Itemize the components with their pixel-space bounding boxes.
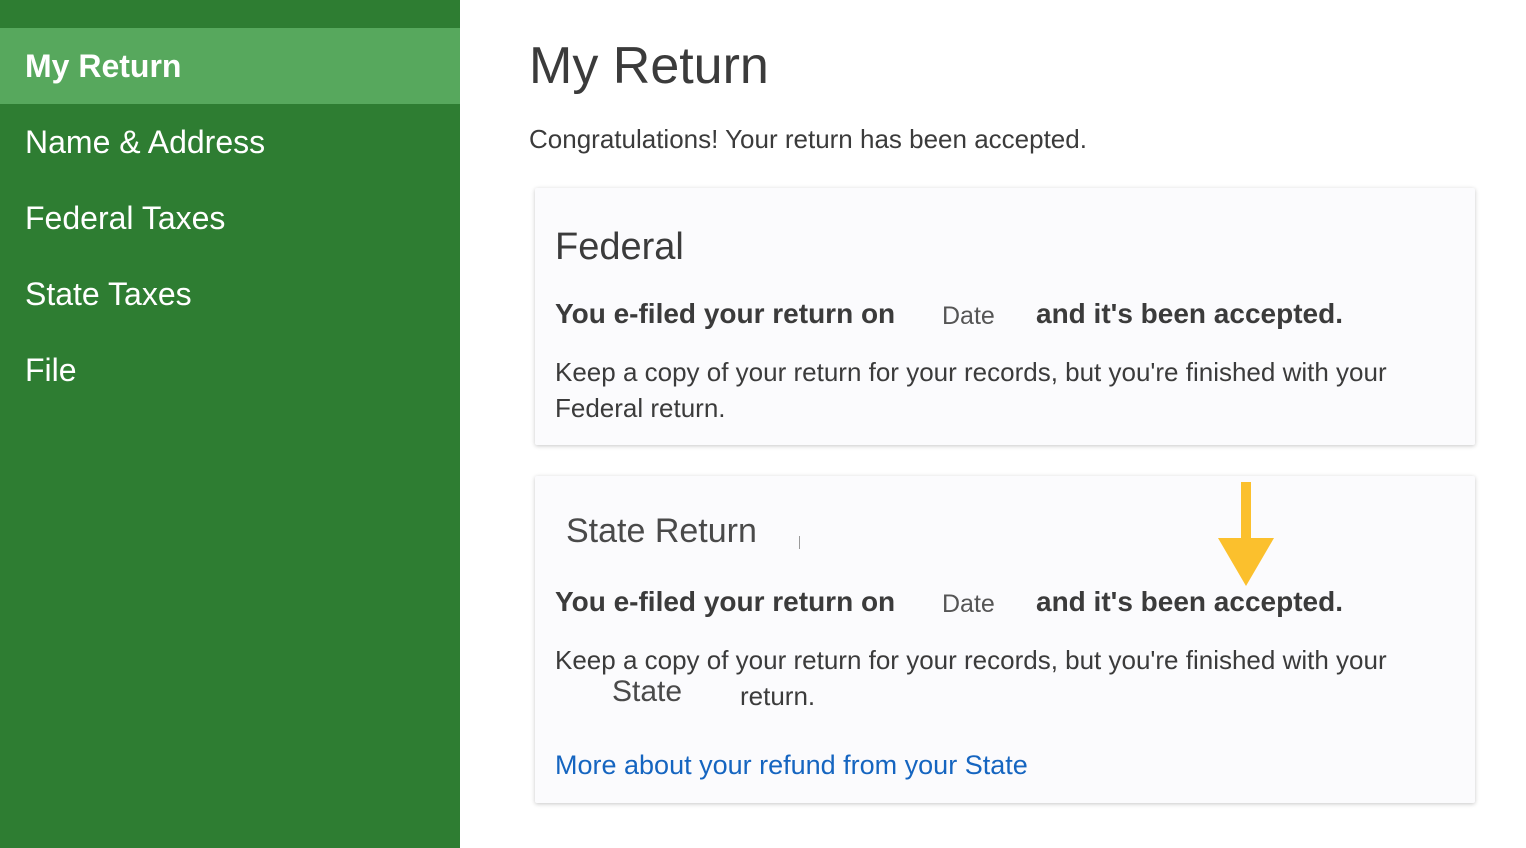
state-filed-date: Date [942, 590, 995, 618]
text-cursor-mark [799, 536, 800, 549]
federal-card-title: Federal [555, 226, 684, 268]
state-card-title: State Return [566, 512, 757, 550]
sidebar-item-my-return[interactable]: My Return [0, 28, 460, 104]
sidebar: My Return Name & Address Federal Taxes S… [0, 0, 460, 848]
federal-filed-prefix: You e-filed your return on [555, 298, 896, 329]
federal-keep-text: Keep a copy of your return for your reco… [555, 354, 1455, 426]
sidebar-item-file[interactable]: File [0, 332, 460, 408]
federal-filed-suffix: and it's been accepted. [1036, 298, 1343, 329]
federal-filed-date: Date [942, 302, 995, 330]
arrow-down-icon [1218, 482, 1274, 586]
app-window: My Return Name & Address Federal Taxes S… [0, 0, 1526, 848]
state-keep-line1: Keep a copy of your return for your reco… [555, 645, 1387, 675]
state-keep-text: Keep a copy of your return for your reco… [555, 642, 1455, 722]
state-name-word: State [612, 675, 683, 708]
sidebar-item-name-address[interactable]: Name & Address [0, 104, 460, 180]
state-card: State Return You e-filed your return on … [535, 476, 1475, 803]
sidebar-item-federal-taxes[interactable]: Federal Taxes [0, 180, 460, 256]
federal-keep-line1: Keep a copy of your return for your reco… [555, 357, 1387, 387]
federal-card: Federal You e-filed your return on Date … [535, 188, 1475, 445]
state-return-word: return. [740, 681, 816, 711]
sidebar-item-state-taxes[interactable]: State Taxes [0, 256, 460, 332]
state-keep-line2: State return. [555, 675, 1455, 714]
state-filed-prefix: You e-filed your return on [555, 586, 896, 617]
intro-message: Congratulations! Your return has been ac… [529, 124, 1087, 154]
more-about-refund-link[interactable]: More about your refund from your State [555, 750, 1028, 781]
main-content: My Return Congratulations! Your return h… [460, 0, 1526, 848]
page-title: My Return [529, 37, 769, 95]
federal-keep-line2: Federal return. [555, 393, 726, 423]
state-filed-suffix: and it's been accepted. [1036, 586, 1343, 617]
